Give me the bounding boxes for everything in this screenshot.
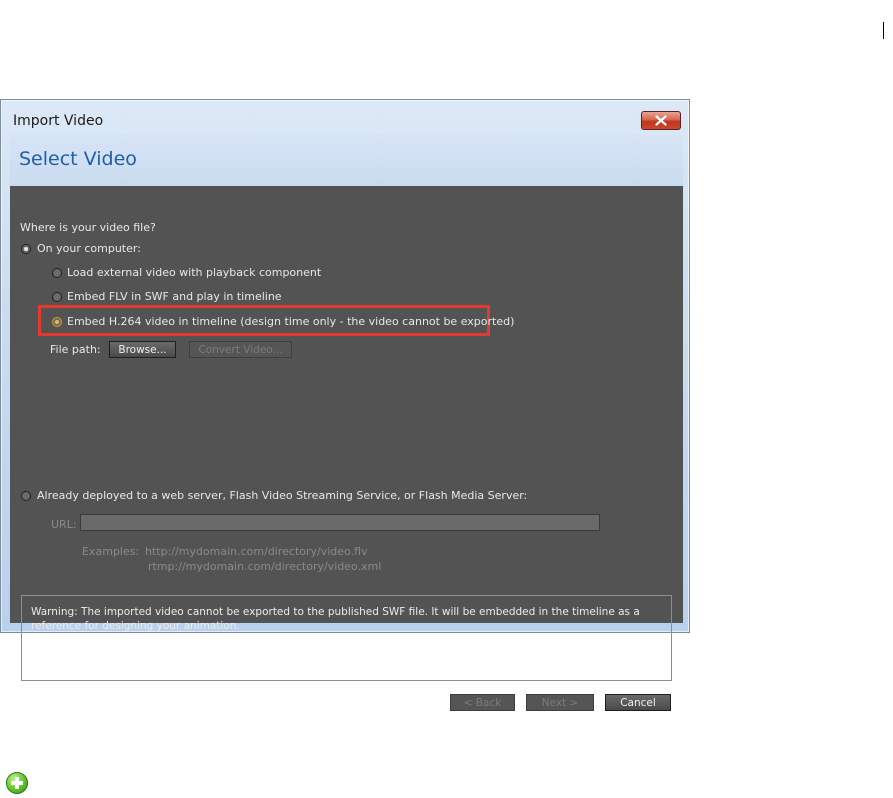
cancel-button[interactable]: Cancel [605,694,671,711]
title-bar[interactable]: Import Video [1,100,689,134]
on-computer-label[interactable]: On your computer: [37,242,141,255]
window-title: Import Video [13,113,104,129]
warning-text: Warning: The imported video cannot be ex… [31,606,640,632]
text-cursor [883,22,884,39]
file-path-label: File path: [50,343,101,356]
question-label: Where is your video file? [20,221,156,234]
warning-box: Warning: The imported video cannot be ex… [21,595,672,681]
page-title: Select Video [19,148,137,170]
radio-on-computer[interactable] [21,244,31,254]
browse-button[interactable]: Browse... [109,341,176,358]
embed-flv-label[interactable]: Embed FLV in SWF and play in timeline [67,290,282,303]
radio-embed-h264[interactable] [52,317,62,327]
examples-label: Examples: [82,545,140,558]
close-icon [655,115,667,126]
back-button[interactable]: < Back [450,694,515,711]
next-button[interactable]: Next > [526,694,594,711]
radio-load-external[interactable] [52,268,62,278]
content-panel: Where is your video file? On your comput… [10,186,683,711]
example-flv: http://mydomain.com/directory/video.flv [145,545,368,558]
convert-video-button[interactable]: Convert Video... [189,341,292,358]
url-label: URL: [51,518,77,531]
close-button[interactable] [641,111,681,130]
header-band: Select Video [10,134,683,186]
plus-glyph [11,777,23,789]
radio-embed-flv[interactable] [52,292,62,302]
example-xml: rtmp://mydomain.com/directory/video.xml [148,560,382,573]
import-video-dialog: Import Video Select Video Where is your … [0,99,690,711]
radio-web-server[interactable] [21,491,31,501]
embed-h264-label[interactable]: Embed H.264 video in timeline (design ti… [67,315,514,328]
plus-icon[interactable] [6,772,28,794]
load-external-label[interactable]: Load external video with playback compon… [67,266,321,279]
web-server-label[interactable]: Already deployed to a web server, Flash … [37,489,527,502]
url-input[interactable] [80,514,600,531]
